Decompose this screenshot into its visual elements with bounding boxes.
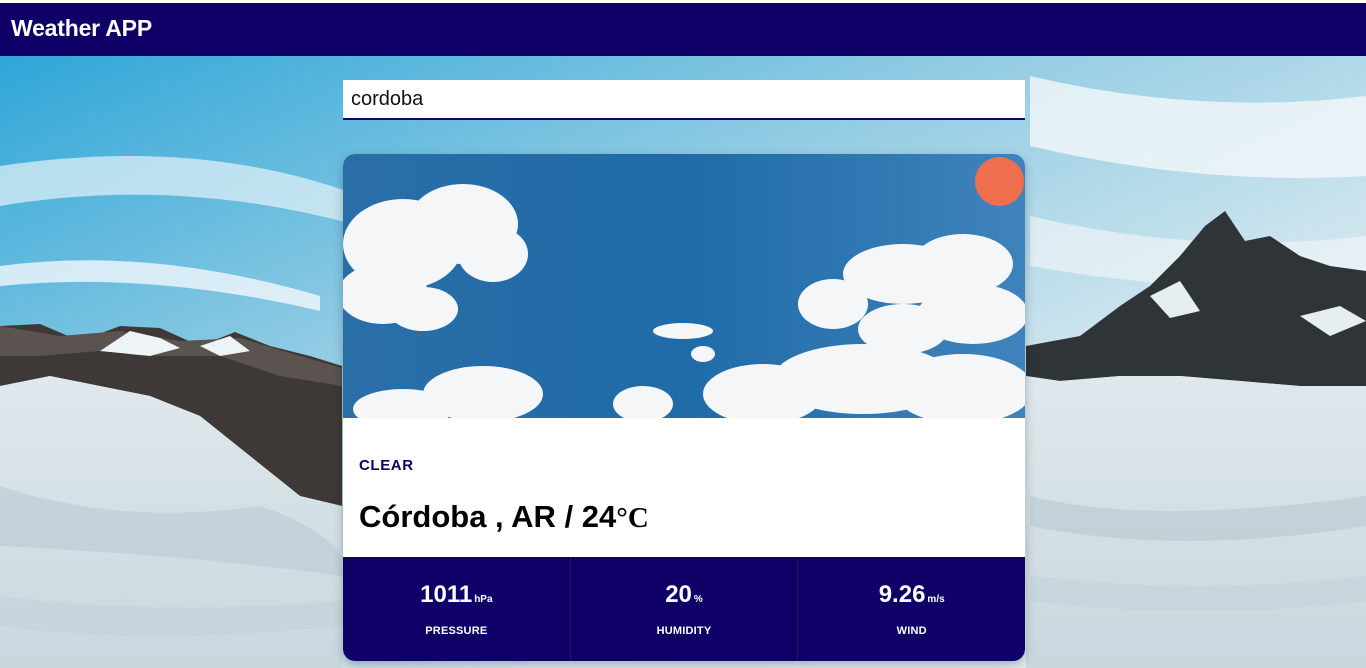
pressure-value: 1011 bbox=[420, 581, 473, 608]
city-search-input[interactable] bbox=[343, 80, 1025, 120]
app-title: Weather APP bbox=[11, 15, 152, 41]
weather-stats: 1011 hPa PRESSURE 20% HUMIDITY 9.26 m/s WI… bbox=[343, 557, 1025, 661]
pressure-label: PRESSURE bbox=[425, 625, 488, 637]
navbar: Weather APP bbox=[0, 3, 1366, 56]
stat-pressure: 1011 hPa PRESSURE bbox=[343, 557, 571, 661]
weather-condition: CLEAR bbox=[359, 457, 414, 474]
wind-unit: m/s bbox=[927, 594, 945, 605]
sky-image bbox=[343, 154, 1025, 418]
stat-wind: 9.26 m/s WIND bbox=[798, 557, 1025, 661]
sun-icon bbox=[975, 157, 1024, 206]
wind-value: 9.26 bbox=[878, 581, 926, 608]
humidity-label: HUMIDITY bbox=[656, 625, 712, 637]
wind-label: WIND bbox=[896, 625, 927, 637]
pressure-unit: hPa bbox=[474, 594, 493, 605]
location-temperature: Córdoba , AR / 24°C bbox=[359, 499, 649, 535]
humidity-value: 20 bbox=[665, 581, 692, 608]
temperature-unit: °C bbox=[616, 502, 649, 534]
stat-humidity: 20% HUMIDITY bbox=[571, 557, 799, 661]
humidity-unit: % bbox=[693, 594, 703, 605]
weather-card: CLEAR Córdoba , AR / 24°C 1011 hPa PRESSU… bbox=[343, 154, 1025, 661]
location-label: Córdoba , AR / 24 bbox=[359, 499, 617, 534]
